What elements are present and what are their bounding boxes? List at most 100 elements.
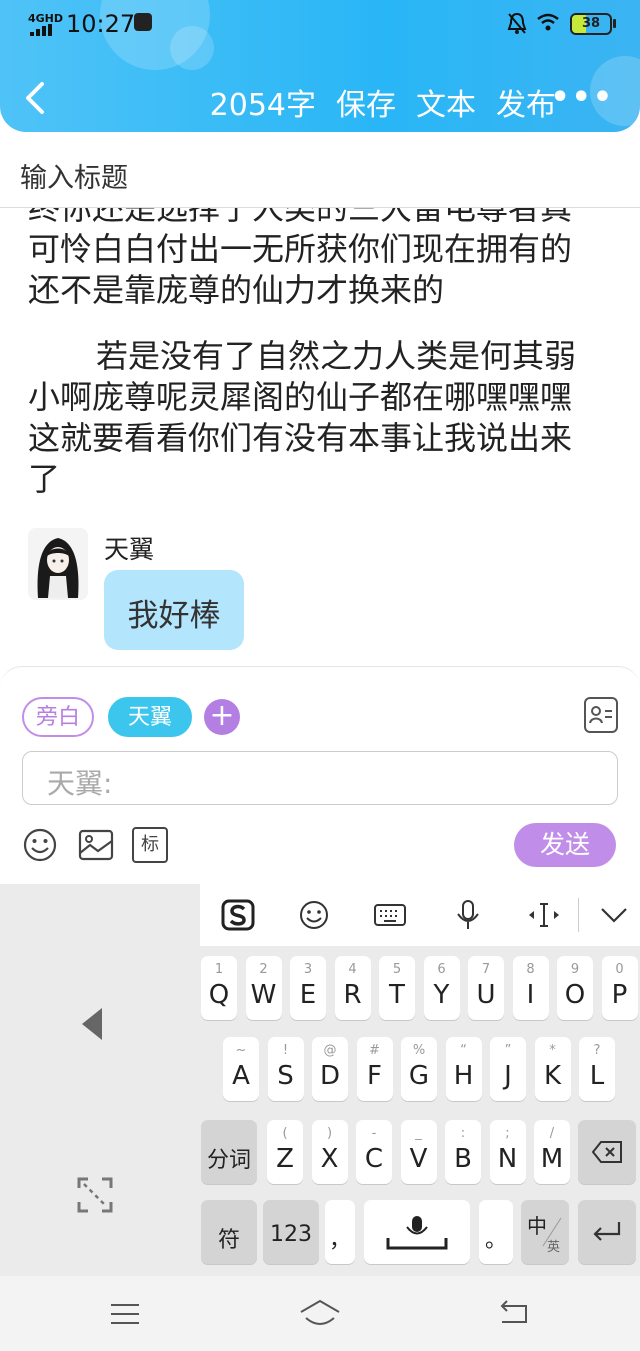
key-secondary-label: : <box>460 1126 466 1141</box>
key-v[interactable]: _ V <box>400 1120 437 1184</box>
comma-key[interactable]: ， <box>325 1200 355 1264</box>
more-options-button[interactable]: ••• <box>550 80 614 115</box>
key-d[interactable]: @ D <box>312 1037 348 1101</box>
key-c[interactable]: -C <box>356 1120 392 1184</box>
emoji-icon[interactable] <box>22 827 58 863</box>
key-i[interactable]: 8I <box>512 956 549 1020</box>
key-r[interactable]: 4R <box>334 956 371 1020</box>
enter-key[interactable] <box>578 1200 636 1264</box>
key-primary-label: H <box>453 1061 474 1091</box>
period-key[interactable]: 。 <box>479 1200 513 1264</box>
status-bar: 4GHD 10:27 38 <box>0 0 640 48</box>
key-g[interactable]: % G <box>401 1037 437 1101</box>
key-y[interactable]: 6Y <box>423 956 460 1020</box>
key-secondary-label: ; <box>505 1126 510 1141</box>
battery-level: 38 <box>581 16 601 31</box>
left-arrow-icon[interactable] <box>80 1006 104 1042</box>
backspace-icon <box>591 1141 622 1163</box>
key-n[interactable]: ; N <box>489 1120 526 1184</box>
label-tag-button[interactable]: 标 <box>132 827 168 863</box>
key-a[interactable]: ~ A <box>223 1037 259 1101</box>
key-j[interactable]: ” J <box>490 1037 526 1101</box>
contact-card-icon[interactable] <box>584 697 618 733</box>
image-icon[interactable] <box>78 827 114 863</box>
battery-tip <box>613 19 616 28</box>
key-primary-label: A <box>232 1061 250 1091</box>
key-primary-label: V <box>409 1144 428 1174</box>
key-primary-label: P <box>611 980 628 1010</box>
key-secondary-label: ! <box>282 1043 289 1058</box>
key-primary-label: O <box>564 980 586 1010</box>
expand-icon[interactable] <box>76 1176 114 1214</box>
key-s[interactable]: ! S <box>267 1037 304 1101</box>
key-secondary-label: ) <box>326 1126 333 1141</box>
microphone-icon[interactable] <box>450 898 486 932</box>
key-z[interactable]: (Z <box>267 1120 303 1184</box>
key-f[interactable]: # F <box>356 1037 393 1101</box>
key-primary-label: E <box>299 980 317 1010</box>
avatar[interactable] <box>28 528 88 600</box>
keyboard-side-panel <box>0 946 200 1276</box>
sogou-logo-icon[interactable] <box>220 898 256 932</box>
clock: 10:27 <box>66 10 136 38</box>
key-t[interactable]: 5T <box>379 956 415 1020</box>
back-arrow-icon[interactable] <box>20 78 52 118</box>
key-e[interactable]: 3E <box>290 956 326 1020</box>
signal-bars-icon <box>30 24 52 36</box>
title-input[interactable]: 输入标题 <box>0 144 640 208</box>
key-o[interactable]: 9O <box>557 956 593 1020</box>
key-k[interactable]: * K <box>534 1037 571 1101</box>
cursor-move-icon[interactable] <box>526 898 562 932</box>
collapse-keyboard-icon[interactable] <box>596 898 632 932</box>
language-switch-key[interactable]: 中 英 <box>521 1200 569 1264</box>
key-secondary-label: ( <box>282 1126 288 1141</box>
key-p[interactable]: 0P <box>601 956 638 1020</box>
menu-icon[interactable] <box>110 1302 140 1326</box>
story-paragraph: 若是没有了自然之力人类是何其弱小啊庞尊呢灵犀阁的仙子都在哪嘿嘿嘿这就要看看你们有… <box>28 337 577 498</box>
wifi-icon <box>537 13 559 31</box>
key-b[interactable]: :B <box>445 1120 481 1184</box>
aside-chip[interactable]: 旁白 <box>22 697 94 737</box>
publish-button[interactable]: 发布 <box>496 80 556 124</box>
save-button[interactable]: 保存 <box>336 80 396 124</box>
key-secondary-label: 6 <box>437 962 446 977</box>
key-secondary-label: 0 <box>615 962 624 977</box>
compose-panel: 旁白 天翼 + 天翼: 标 发送 <box>0 666 640 884</box>
key-primary-label: T <box>389 980 405 1010</box>
key-l[interactable]: ? L <box>579 1037 615 1101</box>
home-icon[interactable] <box>298 1298 342 1328</box>
message-input-placeholder: 天翼: <box>47 767 113 800</box>
symbol-key[interactable]: 符 <box>201 1200 257 1264</box>
key-w[interactable]: 2W <box>245 956 282 1020</box>
space-voice-key[interactable] <box>364 1200 470 1264</box>
chat-message-bubble[interactable]: 我好棒 <box>104 570 244 650</box>
backspace-key[interactable] <box>578 1120 636 1184</box>
character-chip[interactable]: 天翼 <box>108 697 192 737</box>
key-secondary-label: ? <box>593 1043 601 1058</box>
key-u[interactable]: 7U <box>468 956 504 1020</box>
key-m[interactable]: / M <box>534 1120 570 1184</box>
chat-sender-name: 天翼 <box>104 535 155 564</box>
number-key[interactable]: 123 <box>263 1200 319 1264</box>
key-h[interactable]: “H <box>445 1037 482 1101</box>
segment-key[interactable]: 分词 <box>201 1120 257 1184</box>
key-secondary-label: _ <box>415 1126 422 1141</box>
back-nav-icon[interactable] <box>498 1300 530 1326</box>
story-paragraph: 终你还是选择了人类的三大雷电尊者真可怜白白付出一无所获你们现在拥有的还不是靠庞尊… <box>28 208 573 309</box>
mute-bell-icon <box>507 12 527 34</box>
key-primary-label: K <box>543 1061 562 1091</box>
key-x[interactable]: ) X <box>311 1120 348 1184</box>
message-input[interactable]: 天翼: <box>22 751 618 805</box>
key-primary-label: R <box>343 980 362 1010</box>
key-q[interactable]: 1Q <box>201 956 237 1020</box>
key-primary-label: X <box>320 1144 339 1174</box>
keyboard-layout-icon[interactable] <box>372 898 408 932</box>
key-secondary-label: 9 <box>570 962 580 977</box>
send-button[interactable]: 发送 <box>514 823 616 867</box>
emoji-keyboard-icon[interactable] <box>296 898 332 932</box>
key-secondary-label: @ <box>323 1043 337 1058</box>
text-mode-button[interactable]: 文本 <box>416 80 476 124</box>
story-content[interactable]: 终你还是选择了人类的三大雷电尊者真可怜白白付出一无所获你们现在拥有的还不是靠庞尊… <box>0 208 640 666</box>
key-primary-label: L <box>589 1061 605 1091</box>
add-character-button[interactable]: + <box>204 699 240 735</box>
